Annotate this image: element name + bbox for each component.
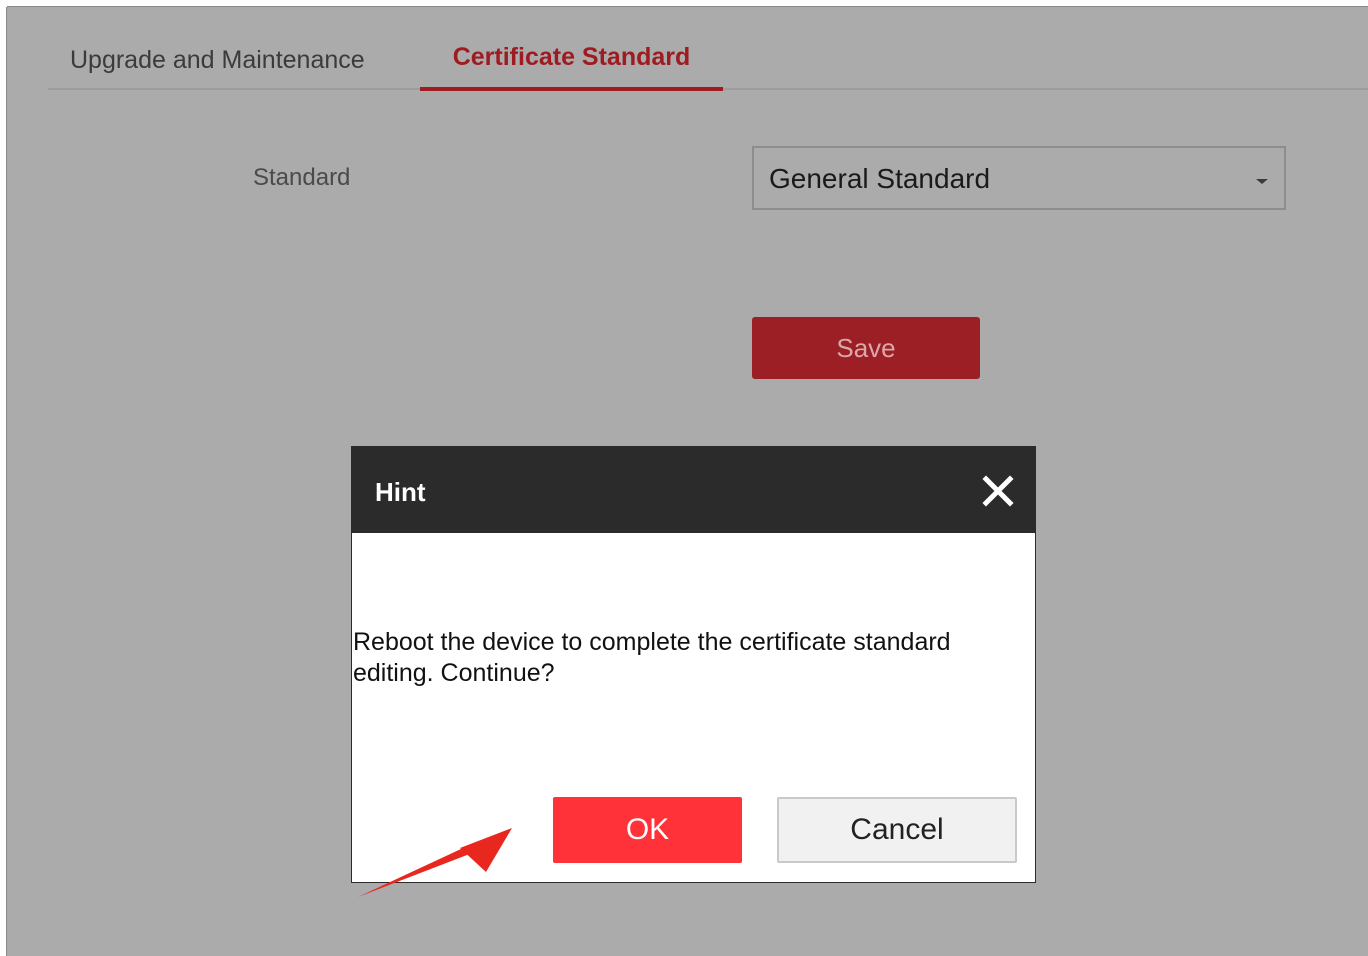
tab-certificate-standard[interactable]: Certificate Standard	[420, 30, 723, 91]
dialog-header: Hint	[352, 447, 1035, 533]
chevron-down-icon	[1256, 179, 1268, 184]
close-icon[interactable]	[981, 474, 1015, 508]
standard-select[interactable]: General Standard	[752, 146, 1286, 210]
standard-select-value: General Standard	[769, 163, 991, 194]
save-button[interactable]: Save	[752, 317, 980, 379]
dialog-title: Hint	[375, 477, 426, 507]
window-top-border	[0, 0, 1368, 7]
ok-button[interactable]: OK	[553, 797, 742, 863]
standard-label: Standard	[253, 164, 351, 191]
dialog-message: Reboot the device to complete the certif…	[353, 628, 951, 687]
window-left-border	[0, 0, 7, 956]
tab-bar: Upgrade and Maintenance Certificate Stan…	[48, 30, 1368, 91]
tab-upgrade-and-maintenance[interactable]: Upgrade and Maintenance	[70, 30, 365, 88]
active-tab-indicator	[420, 87, 723, 91]
hint-dialog: Hint Reboot the device to complete the c…	[351, 446, 1036, 883]
tab-certificate-standard-label: Certificate Standard	[452, 43, 691, 71]
cancel-button[interactable]: Cancel	[777, 797, 1017, 863]
